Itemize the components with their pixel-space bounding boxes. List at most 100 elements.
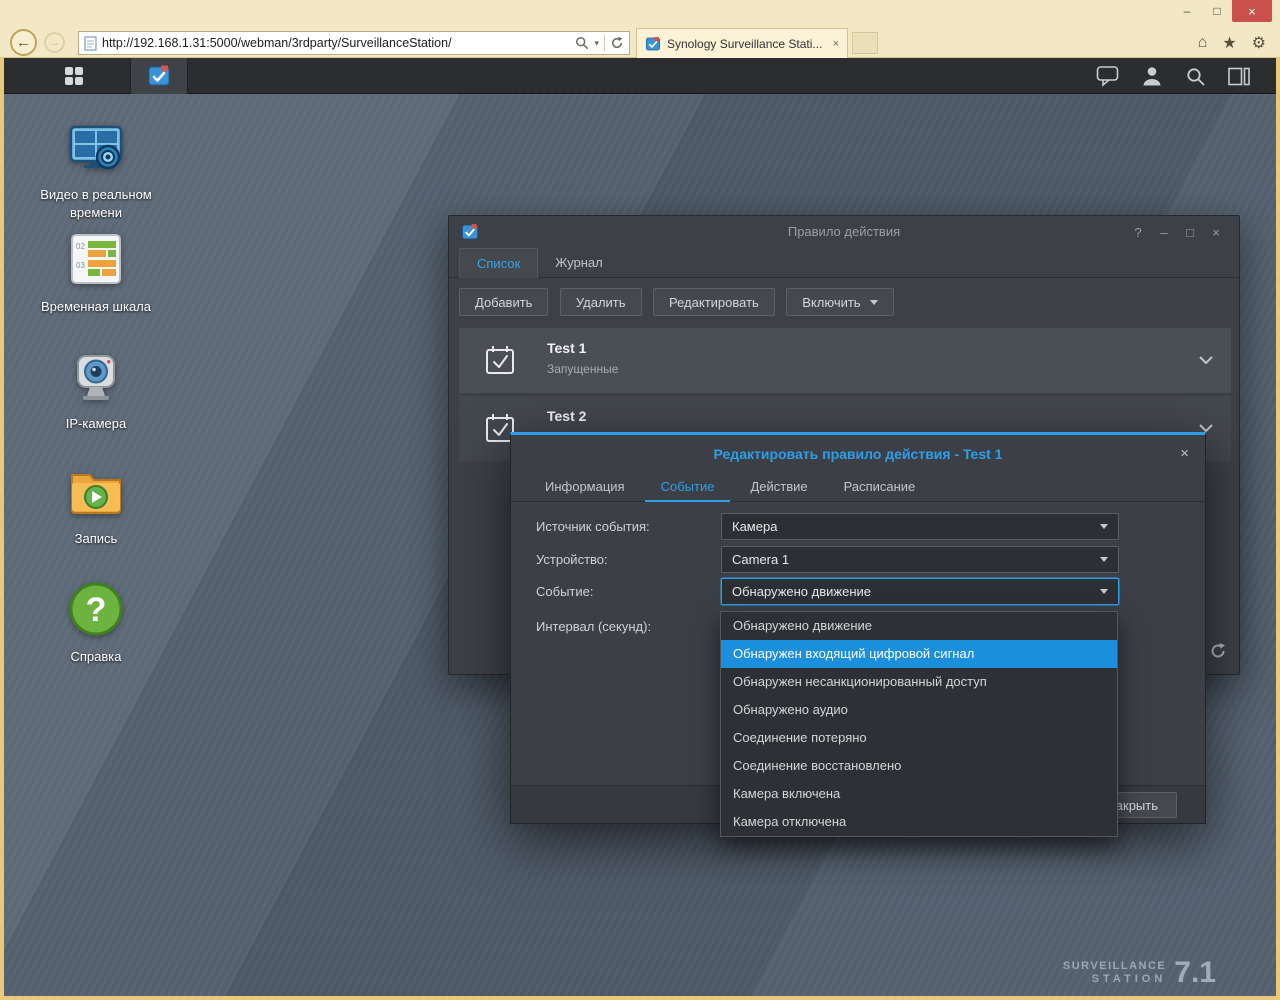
rule-status: Запущенные bbox=[547, 362, 619, 376]
desktop-icon-ip-camera[interactable]: IP-камера bbox=[17, 344, 175, 433]
form-row-event-source: Источник события: Камера bbox=[511, 513, 1205, 540]
desktop-icon-live-view[interactable]: Видео в реальном времени bbox=[17, 115, 175, 222]
rule-list-row-test1[interactable]: Test 1 Запущенные bbox=[459, 328, 1231, 393]
search-caret-icon[interactable]: ▾ bbox=[594, 38, 599, 49]
taskbar-surveillance-station-button[interactable] bbox=[130, 58, 188, 94]
device-value: Camera 1 bbox=[732, 552, 790, 567]
dialog-tabs: Информация Событие Действие Расписание bbox=[511, 472, 1205, 502]
event-option[interactable]: Соединение потеряно bbox=[721, 724, 1117, 752]
search-icon[interactable] bbox=[575, 36, 589, 50]
chevron-down-icon[interactable] bbox=[1199, 356, 1213, 364]
new-tab-button[interactable] bbox=[852, 32, 878, 54]
event-option[interactable]: Обнаружено движение bbox=[721, 612, 1117, 640]
event-source-select[interactable]: Камера bbox=[721, 513, 1119, 540]
close-button[interactable]: × bbox=[1203, 225, 1229, 240]
browser-close-button[interactable]: × bbox=[1232, 0, 1272, 22]
minimize-button[interactable]: – bbox=[1151, 225, 1177, 240]
chevron-down-icon[interactable] bbox=[1199, 424, 1213, 432]
desktop-icon-timeline[interactable]: 02 03 Временная шкала bbox=[17, 227, 175, 316]
refresh-icon[interactable] bbox=[610, 36, 624, 50]
window-title: Правило действия bbox=[787, 224, 901, 239]
help-button[interactable]: ? bbox=[1125, 225, 1151, 240]
browser-maximize-button[interactable]: □ bbox=[1202, 0, 1232, 22]
tab-title: Synology Surveillance Stati... bbox=[667, 36, 823, 51]
surveillance-station-app-icon bbox=[148, 65, 170, 86]
event-option-selected[interactable]: Обнаружен входящий цифровой сигнал bbox=[721, 640, 1117, 668]
tab-list[interactable]: Список bbox=[459, 248, 539, 278]
window-titlebar[interactable]: Правило действия ? – □ × bbox=[449, 216, 1239, 248]
favorites-star-icon[interactable]: ★ bbox=[1222, 33, 1236, 53]
add-button[interactable]: Добавить bbox=[459, 288, 549, 316]
event-option[interactable]: Камера включена bbox=[721, 780, 1117, 808]
browser-minimize-button[interactable]: – bbox=[1172, 0, 1202, 22]
browser-toolbar: ← → http://192.168.1.31:5000/webman/3rdp… bbox=[0, 28, 1280, 58]
tab-favicon-synology-icon bbox=[646, 36, 660, 50]
main-menu-button[interactable] bbox=[48, 58, 100, 94]
user-options-icon[interactable] bbox=[1141, 65, 1163, 87]
help-icon: ? bbox=[69, 582, 123, 636]
surveillance-station-watermark: SURVEILLANCE STATION 7.1 bbox=[1063, 958, 1216, 988]
form-row-device: Устройство: Camera 1 bbox=[511, 546, 1205, 573]
desktop-icon-label: Запись bbox=[74, 531, 118, 546]
page-icon bbox=[84, 36, 97, 50]
tab-close-icon[interactable]: × bbox=[833, 38, 839, 50]
rule-window-tabs: Список Журнал bbox=[449, 248, 1239, 278]
caret-down-icon bbox=[869, 299, 878, 305]
dialog-title: Редактировать правило действия - Test 1 bbox=[713, 446, 1003, 462]
device-label: Устройство: bbox=[536, 552, 608, 567]
timeline-number: 02 bbox=[76, 242, 85, 251]
dialog-close-icon[interactable]: × bbox=[1180, 445, 1189, 462]
maximize-button[interactable]: □ bbox=[1177, 225, 1203, 240]
tab-event[interactable]: Событие bbox=[644, 472, 731, 502]
delete-button-label: Удалить bbox=[575, 294, 626, 310]
device-select[interactable]: Camera 1 bbox=[721, 546, 1119, 573]
browser-tab[interactable]: Synology Surveillance Stati... × bbox=[636, 28, 848, 58]
dsm-taskbar bbox=[4, 58, 1276, 94]
tab-schedule[interactable]: Расписание bbox=[828, 472, 932, 502]
dsm-status-icons bbox=[1096, 58, 1250, 94]
back-button[interactable]: ← bbox=[10, 29, 37, 56]
desktop-icon-label: IP-камера bbox=[65, 416, 127, 431]
forward-button[interactable]: → bbox=[44, 32, 65, 53]
enable-button[interactable]: Включить bbox=[786, 288, 894, 316]
back-arrow-icon: ← bbox=[16, 34, 31, 51]
edit-button-label: Редактировать bbox=[669, 294, 759, 310]
event-source-label: Источник события: bbox=[536, 519, 650, 534]
delete-button[interactable]: Удалить bbox=[559, 288, 642, 316]
notifications-chat-icon[interactable] bbox=[1096, 65, 1119, 87]
tab-log[interactable]: Журнал bbox=[538, 248, 619, 278]
rule-name: Test 1 bbox=[547, 340, 587, 356]
desktop-icon-help[interactable]: ? Справка bbox=[17, 577, 175, 666]
add-button-label: Добавить bbox=[475, 294, 533, 310]
event-select[interactable]: Обнаружено движение bbox=[721, 578, 1119, 605]
ip-camera-icon bbox=[77, 355, 115, 400]
address-bar[interactable]: http://192.168.1.31:5000/webman/3rdparty… bbox=[78, 31, 630, 55]
timeline-number: 03 bbox=[76, 261, 85, 270]
watermark-version: 7.1 bbox=[1174, 956, 1216, 989]
rule-toolbar: Добавить Удалить Редактировать Включить bbox=[449, 278, 1239, 320]
refresh-icon[interactable] bbox=[1209, 642, 1227, 660]
desktop-icon-label: Временная шкала bbox=[41, 299, 151, 314]
event-value: Обнаружено движение bbox=[732, 584, 871, 599]
settings-gear-icon[interactable]: ⚙ bbox=[1252, 33, 1266, 53]
browser-window-controls: – □ × bbox=[1172, 0, 1272, 22]
edit-button[interactable]: Редактировать bbox=[653, 288, 775, 316]
event-option[interactable]: Камера отключена bbox=[721, 808, 1117, 836]
event-option[interactable]: Обнаружен несанкционированный доступ bbox=[721, 668, 1117, 696]
dsm-desktop: Видео в реальном времени 02 03 Временная… bbox=[4, 94, 1276, 996]
action-rule-window-icon bbox=[462, 224, 478, 240]
home-icon[interactable]: ⌂ bbox=[1198, 34, 1208, 52]
watermark-line2: STATION bbox=[1091, 973, 1167, 985]
url-text: http://192.168.1.31:5000/webman/3rdparty… bbox=[102, 36, 452, 50]
search-icon[interactable] bbox=[1185, 66, 1206, 87]
browser-actions: ⌂ ★ ⚙ bbox=[1198, 28, 1266, 58]
caret-down-icon bbox=[1100, 589, 1108, 594]
event-option[interactable]: Соединение восстановлено bbox=[721, 752, 1117, 780]
tab-action[interactable]: Действие bbox=[734, 472, 823, 502]
event-option[interactable]: Обнаружено аудио bbox=[721, 696, 1117, 724]
live-view-icon bbox=[69, 125, 123, 170]
event-dropdown-menu: Обнаружено движение Обнаружен входящий ц… bbox=[720, 611, 1118, 837]
desktop-icon-recording[interactable]: Запись bbox=[17, 459, 175, 548]
widgets-panes-icon[interactable] bbox=[1228, 66, 1250, 87]
tab-information[interactable]: Информация bbox=[529, 472, 641, 502]
